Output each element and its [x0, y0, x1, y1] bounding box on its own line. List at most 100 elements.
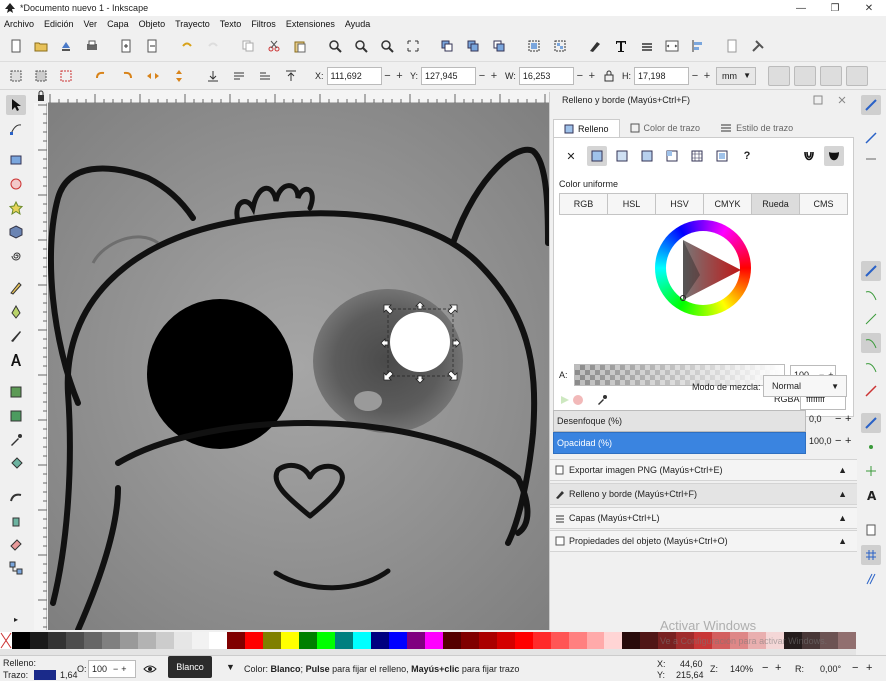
text-tool[interactable] [6, 350, 26, 370]
copy-icon[interactable] [241, 39, 255, 53]
scale-stroke-toggle[interactable] [768, 66, 790, 86]
import-icon[interactable] [119, 39, 133, 53]
blend-mode-select[interactable]: Normal ▼ [763, 375, 847, 397]
connector-tool[interactable] [6, 558, 26, 578]
group-icon[interactable] [527, 39, 541, 53]
minimize-button[interactable]: — [784, 0, 818, 16]
panel-object-properties[interactable]: Propiedades del objeto (Mayús+Ctrl+O) ▲ [550, 530, 857, 552]
rotate-ccw-icon[interactable] [94, 69, 108, 83]
panel-export-png[interactable]: Exportar imagen PNG (Mayús+Ctrl+E) ▲ [550, 459, 857, 481]
palette-swatch[interactable] [155, 632, 174, 649]
dropper-tool[interactable] [6, 430, 26, 450]
mesh-tool[interactable] [6, 406, 26, 426]
close-button[interactable]: ✕ [852, 0, 886, 16]
export-icon[interactable] [145, 39, 159, 53]
mode-cms-button[interactable]: CMS [799, 193, 848, 215]
palette-swatch[interactable] [532, 632, 551, 649]
drawing-canvas[interactable] [48, 103, 549, 630]
tweak-tool[interactable] [6, 486, 26, 506]
fill-rule-evenodd-button[interactable] [799, 146, 819, 166]
layer-visibility-eye-icon[interactable] [143, 663, 157, 675]
palette-swatch[interactable] [263, 632, 282, 649]
snap-bbox-edge-toggle[interactable] [861, 152, 881, 172]
rotation-value[interactable]: 0,00° [820, 664, 841, 674]
transform-gradients-toggle[interactable] [820, 66, 842, 86]
paint-bucket-tool[interactable] [6, 454, 26, 474]
palette-swatch[interactable] [353, 632, 372, 649]
ellipse-tool[interactable] [6, 174, 26, 194]
palette-swatch[interactable] [389, 632, 407, 649]
duplicate-icon[interactable] [440, 39, 454, 53]
palette-swatch[interactable] [173, 632, 192, 649]
node-tool[interactable] [6, 119, 26, 139]
lower-to-bottom-icon[interactable] [206, 69, 220, 83]
layer-dropdown-chevron-icon[interactable]: ▼ [226, 662, 235, 672]
palette-swatch[interactable] [335, 632, 354, 649]
snap-cusp-toggle[interactable] [861, 333, 881, 353]
menu-archivo[interactable]: Archivo [4, 19, 34, 29]
spray-tool[interactable] [6, 510, 26, 530]
layers-icon[interactable] [640, 39, 654, 53]
fill-linear-button[interactable] [612, 146, 632, 166]
palette-swatch[interactable] [191, 632, 210, 649]
mode-hsl-button[interactable]: HSL [607, 193, 656, 215]
menu-ver[interactable]: Ver [84, 19, 98, 29]
raise-to-top-icon[interactable] [284, 69, 298, 83]
snap-center-toggle[interactable] [861, 437, 881, 457]
palette-swatch[interactable] [496, 632, 515, 649]
zoom-selection-icon[interactable] [328, 39, 342, 53]
zoom-drawing-icon[interactable] [354, 39, 368, 53]
select-all-layers-icon[interactable] [34, 69, 48, 83]
selected-white-circle[interactable] [390, 312, 450, 372]
palette-swatch[interactable] [371, 632, 390, 649]
blur-decrement-button[interactable]: − [835, 413, 841, 425]
palette-swatch[interactable] [514, 632, 533, 649]
selector-tool[interactable] [6, 95, 26, 115]
menu-extensiones[interactable]: Extensiones [286, 19, 335, 29]
redo-icon[interactable] [206, 39, 220, 53]
spiral-tool[interactable] [6, 246, 26, 266]
fill-flat-button[interactable] [587, 146, 607, 166]
menu-capa[interactable]: Capa [107, 19, 129, 29]
transform-patterns-toggle[interactable] [846, 66, 868, 86]
menu-objeto[interactable]: Objeto [139, 19, 166, 29]
snap-smooth-toggle[interactable] [861, 357, 881, 377]
snap-nodes-toggle[interactable] [861, 261, 881, 281]
mode-cmyk-button[interactable]: CMYK [703, 193, 752, 215]
zoom-value[interactable]: 140% [730, 664, 753, 674]
snap-page-toggle[interactable] [861, 520, 881, 540]
fill-mesh-button[interactable] [662, 146, 682, 166]
palette-swatch[interactable] [227, 632, 246, 649]
palette-swatch[interactable] [317, 632, 336, 649]
stroke-width-value[interactable]: 1,64 [60, 670, 78, 680]
h-increment-button[interactable]: + [701, 70, 713, 82]
stroke-color-swatch[interactable] [34, 670, 56, 680]
menu-trayecto[interactable]: Trayecto [175, 19, 210, 29]
cut-icon[interactable] [267, 39, 281, 53]
unlink-clone-icon[interactable] [492, 39, 506, 53]
menu-filtros[interactable]: Filtros [251, 19, 276, 29]
palette-swatch[interactable] [586, 632, 605, 649]
palette-swatch[interactable] [442, 632, 461, 649]
fill-stroke-icon[interactable] [588, 39, 602, 53]
fill-rule-nonzero-button[interactable] [824, 146, 844, 166]
y-increment-button[interactable]: + [488, 70, 500, 82]
align-distribute-icon[interactable] [691, 39, 705, 53]
palette-swatch[interactable] [640, 632, 659, 649]
pencil-tool[interactable] [6, 278, 26, 298]
fill-unset-button[interactable]: ? [737, 146, 757, 166]
palette-swatch[interactable] [83, 632, 102, 649]
scale-corners-toggle[interactable] [794, 66, 816, 86]
ungroup-icon[interactable] [553, 39, 567, 53]
text-font-icon[interactable] [614, 39, 628, 53]
print-icon[interactable] [85, 39, 99, 53]
preferences-icon[interactable] [751, 39, 765, 53]
snap-path-toggle[interactable] [861, 285, 881, 305]
x-decrement-button[interactable]: − [382, 70, 394, 82]
paste-icon[interactable] [293, 39, 307, 53]
dock-close-icon[interactable] [837, 95, 847, 105]
opacity-increment-button[interactable]: + [845, 435, 851, 447]
blur-value[interactable]: 0,0 [809, 414, 822, 424]
no-paint-swatch[interactable] [0, 632, 12, 649]
color-triangle[interactable] [655, 220, 751, 316]
